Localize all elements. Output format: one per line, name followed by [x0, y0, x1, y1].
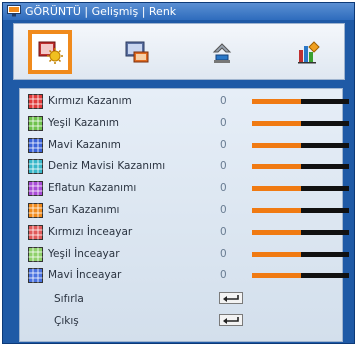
- slider-fill: [252, 273, 301, 279]
- color-swatch-icon: [28, 246, 43, 262]
- color-settings-list: Kırmızı Kazanım 0 Yeşil Kazanım 0 Mavi Kazan…: [19, 88, 349, 342]
- setting-slider[interactable]: [252, 186, 349, 192]
- setting-value: 0: [220, 138, 227, 151]
- setting-slider[interactable]: [252, 142, 349, 148]
- title-bar: GÖRÜNTÜ | Gelişmiş | Renk: [3, 3, 354, 20]
- enter-icon[interactable]: [219, 292, 243, 304]
- setting-value: 0: [220, 247, 227, 260]
- color-swatch-icon: [28, 94, 43, 109]
- exit-row[interactable]: Çıkış: [20, 312, 342, 330]
- setting-slider[interactable]: [252, 120, 349, 126]
- color-swatch-icon: [28, 268, 43, 284]
- setting-row[interactable]: Deniz Mavisi Kazanımı 0: [20, 157, 349, 175]
- setting-label: Kırmızı İnceayar: [48, 225, 133, 238]
- color-swatch-icon: [28, 224, 43, 240]
- slider-fill: [252, 229, 301, 235]
- setting-label: Mavi Kazanım: [48, 138, 121, 151]
- setting-row[interactable]: Yeşil Kazanım 0: [20, 114, 349, 132]
- setting-row[interactable]: Mavi İnceayar 0: [20, 266, 349, 284]
- options-icon[interactable]: [286, 30, 330, 74]
- setting-value: 0: [220, 182, 227, 195]
- color-swatch-icon: [28, 181, 43, 197]
- menu-icon-bar: [13, 23, 345, 80]
- reset-row[interactable]: Sıfırla: [20, 290, 342, 308]
- osd-menu: GÖRÜNTÜ | Gelişmiş | Renk Kırmızı Kazanı…: [2, 2, 355, 344]
- setting-label: Eflatun Kazanımı: [48, 182, 137, 195]
- setting-slider[interactable]: [252, 229, 349, 235]
- slider-fill: [252, 120, 301, 126]
- setting-label: Kırmızı Kazanım: [48, 95, 132, 107]
- display-icon: [7, 5, 21, 17]
- display-settings-icon[interactable]: [114, 30, 158, 74]
- reset-label: Sıfırla: [54, 293, 84, 305]
- menu-title: GÖRÜNTÜ | Gelişmiş | Renk: [25, 5, 177, 18]
- enter-icon[interactable]: [219, 314, 243, 326]
- setting-value: 0: [220, 116, 227, 129]
- color-swatch-icon: [28, 115, 43, 131]
- image-settings-icon[interactable]: [28, 30, 72, 74]
- setting-row[interactable]: Mavi Kazanım 0: [20, 136, 349, 154]
- setting-value: 0: [220, 204, 227, 216]
- setting-row[interactable]: Sarı Kazanımı 0: [20, 201, 349, 219]
- setting-label: Deniz Mavisi Kazanımı: [48, 160, 166, 173]
- setting-value: 0: [220, 269, 227, 282]
- setting-label: Yeşil İnceayar: [48, 247, 120, 260]
- setting-value: 0: [220, 160, 227, 173]
- slider-fill: [252, 142, 301, 148]
- exit-label: Çıkış: [54, 315, 79, 327]
- color-swatch-icon: [28, 137, 43, 153]
- setting-row[interactable]: Yeşil İnceayar 0: [20, 245, 349, 263]
- setting-value: 0: [220, 225, 227, 238]
- setting-value: 0: [220, 95, 227, 107]
- setup-icon[interactable]: [200, 30, 244, 74]
- setting-row[interactable]: Eflatun Kazanımı 0: [20, 179, 349, 197]
- slider-fill: [252, 99, 301, 104]
- setting-slider[interactable]: [252, 99, 349, 104]
- setting-label: Mavi İnceayar: [48, 269, 122, 282]
- color-swatch-icon: [28, 203, 43, 218]
- setting-slider[interactable]: [252, 273, 349, 279]
- setting-label: Yeşil Kazanım: [48, 116, 120, 129]
- slider-fill: [252, 186, 301, 192]
- setting-slider[interactable]: [252, 208, 349, 213]
- setting-row[interactable]: Kırmızı İnceayar 0: [20, 223, 349, 241]
- color-swatch-icon: [28, 159, 43, 175]
- setting-slider[interactable]: [252, 164, 349, 170]
- slider-fill: [252, 251, 301, 257]
- setting-label: Sarı Kazanımı: [48, 204, 120, 216]
- slider-fill: [252, 208, 301, 213]
- setting-slider[interactable]: [252, 251, 349, 257]
- slider-fill: [252, 164, 301, 170]
- setting-row[interactable]: Kırmızı Kazanım 0: [20, 92, 349, 110]
